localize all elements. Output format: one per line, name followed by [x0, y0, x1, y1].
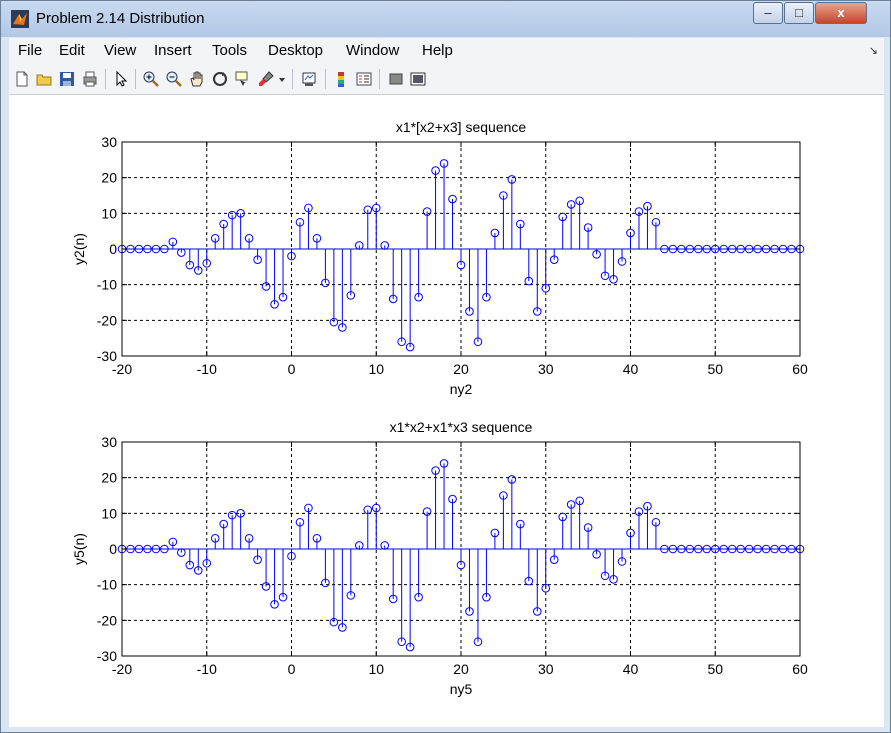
x-axis-label: ny2	[450, 381, 473, 397]
title-bar[interactable]: Problem 2.14 Distribution – □ x	[1, 1, 890, 37]
x-tick-label: 50	[707, 661, 723, 677]
plots-svg: -20 -10 0 10 20 30 40 50 60 30 20 10 0 -10 -20 -30 x1*[x…	[71, 119, 808, 697]
y-tick-label: 20	[101, 170, 117, 186]
toolbar-separator	[105, 69, 106, 89]
x-tick-label: -10	[197, 361, 217, 377]
chart-title: x1*x2+x1*x3 sequence	[390, 419, 533, 435]
subplot-2: -20 -10 0 10 20 30 40 50 603020100-10-20-30x1*x2…	[71, 419, 808, 697]
figure-canvas: -20 -10 0 10 20 30 40 50 60 30 20 10 0 -10 -20 -30 x1*[x…	[9, 95, 884, 727]
x-tick-label: 60	[792, 661, 808, 677]
hide-plot-tools-icon[interactable]	[387, 70, 405, 88]
minimize-button[interactable]: –	[753, 2, 783, 24]
x-tick-label: 30	[538, 661, 554, 677]
legend-icon[interactable]	[355, 70, 373, 88]
menu-desktop[interactable]: Desktop	[268, 42, 323, 59]
subplot-1: -20 -10 0 10 20 30 40 50 603020100-10-20-30x1*[x…	[71, 119, 808, 397]
y-tick-label: -30	[97, 648, 117, 664]
y-tick-label: 0	[109, 541, 117, 557]
matlab-app-icon	[11, 10, 29, 28]
y-tick-label: -10	[97, 277, 117, 293]
figure-window: Problem 2.14 Distribution – □ x File Edi…	[0, 0, 891, 733]
data-cursor-icon[interactable]	[234, 70, 252, 88]
open-file-icon[interactable]	[35, 70, 53, 88]
brush-icon[interactable]	[257, 70, 275, 88]
y-tick-label: -20	[97, 612, 117, 628]
y-tick-label: 10	[101, 505, 117, 521]
x-tick-label: 20	[453, 661, 469, 677]
menu-file[interactable]: File	[18, 42, 42, 59]
dock-arrow-icon[interactable]: ↘	[869, 44, 878, 57]
x-tick-label: 40	[623, 661, 639, 677]
x-tick-label: 20	[453, 361, 469, 377]
menu-view[interactable]: View	[104, 42, 136, 59]
menu-bar: File Edit View Insert Tools Desktop Wind…	[9, 38, 884, 64]
maximize-icon: □	[795, 5, 803, 20]
y-axis-label: y2(n)	[71, 233, 87, 265]
pointer-icon[interactable]	[112, 70, 130, 88]
print-icon[interactable]	[81, 70, 99, 88]
y-tick-label: 20	[101, 470, 117, 486]
x-tick-label: 40	[623, 361, 639, 377]
colorbar-icon[interactable]	[332, 70, 350, 88]
x-tick-label: 0	[288, 661, 296, 677]
x-tick-label: 10	[368, 361, 384, 377]
y-tick-label: -20	[97, 312, 117, 328]
brush-dropdown-icon[interactable]	[277, 70, 287, 88]
y-tick-label: 0	[109, 241, 117, 257]
pan-icon[interactable]	[188, 70, 206, 88]
x-axis-label: ny5	[450, 681, 473, 697]
window-title: Problem 2.14 Distribution	[36, 10, 205, 27]
toolbar-separator	[135, 69, 136, 89]
x-tick-label: 30	[538, 361, 554, 377]
x-tick-label: 50	[707, 361, 723, 377]
x-tick-label: 60	[792, 361, 808, 377]
x-tick-label: 0	[288, 361, 296, 377]
y-tick-label: -30	[97, 348, 117, 364]
x-tick-label: 10	[368, 661, 384, 677]
menu-tools[interactable]: Tools	[212, 42, 247, 59]
link-plot-icon[interactable]	[300, 70, 318, 88]
show-plot-tools-icon[interactable]	[409, 70, 427, 88]
close-button[interactable]: x	[815, 2, 867, 24]
zoom-in-icon[interactable]	[142, 70, 160, 88]
y-tick-label: 30	[101, 134, 117, 150]
toolbar-separator	[379, 69, 380, 89]
new-figure-icon[interactable]	[13, 70, 31, 88]
maximize-button[interactable]: □	[784, 2, 814, 24]
menu-insert[interactable]: Insert	[154, 42, 192, 59]
rotate-3d-icon[interactable]	[211, 70, 229, 88]
chart-title: x1*[x2+x3] sequence	[396, 119, 527, 135]
save-icon[interactable]	[58, 70, 76, 88]
minimize-icon: –	[764, 5, 772, 20]
toolbar-separator	[325, 69, 326, 89]
menu-window[interactable]: Window	[346, 42, 399, 59]
menu-edit[interactable]: Edit	[59, 42, 85, 59]
x-tick-label: -10	[197, 661, 217, 677]
y-tick-label: -10	[97, 577, 117, 593]
zoom-out-icon[interactable]	[165, 70, 183, 88]
y-tick-label: 10	[101, 205, 117, 221]
toolbar-separator	[292, 69, 293, 89]
close-icon: x	[837, 5, 845, 20]
menu-help[interactable]: Help	[422, 42, 453, 59]
y-axis-label: y5(n)	[71, 533, 87, 565]
y-tick-label: 30	[101, 434, 117, 450]
toolbar	[9, 64, 884, 95]
